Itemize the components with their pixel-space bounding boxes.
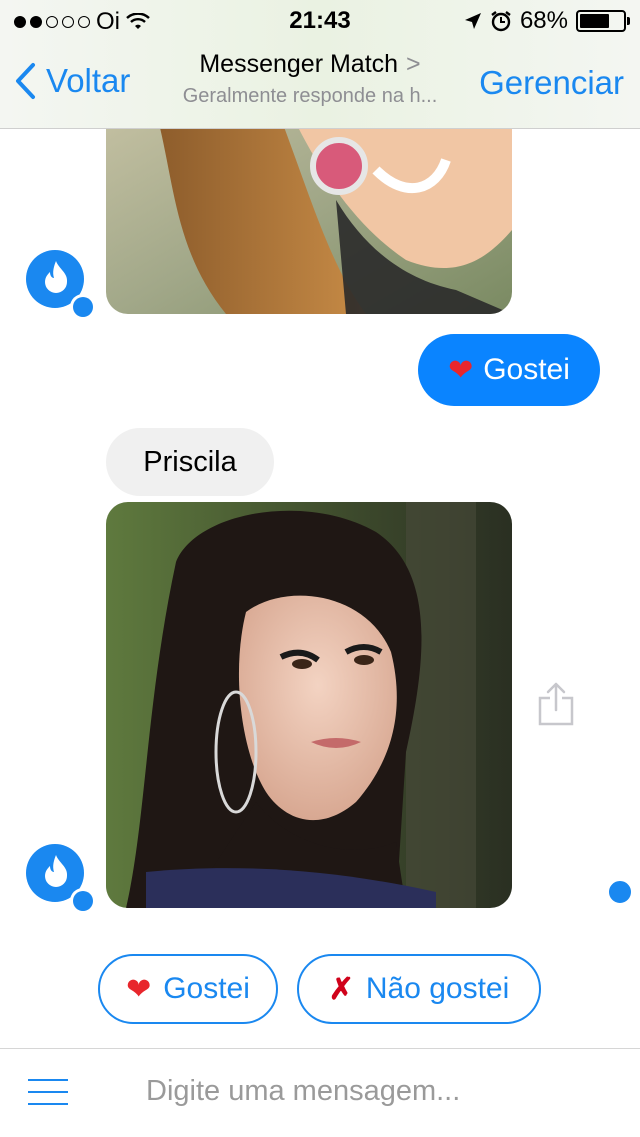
location-icon: [464, 13, 481, 29]
heart-icon: ❤: [126, 972, 152, 1006]
outgoing-message-text: Gostei: [483, 353, 570, 386]
quick-reply-dislike[interactable]: ✗ Não gostei: [297, 954, 541, 1024]
quick-reply-like[interactable]: ❤ Gostei: [98, 954, 278, 1024]
profile-name: Priscila: [143, 445, 237, 478]
quick-reply-dislike-label: Não gostei: [365, 972, 510, 1005]
battery-percent: 68%: [519, 7, 568, 34]
quick-reply-like-label: Gostei: [163, 972, 250, 1005]
page-title: Messenger Match: [199, 50, 399, 78]
flame-icon: [45, 261, 68, 293]
message-composer: Digite uma mensagem...: [0, 1048, 640, 1137]
back-button[interactable]: Voltar: [14, 62, 130, 100]
flame-icon: [45, 855, 68, 887]
messenger-badge-icon: [70, 888, 96, 914]
bot-avatar[interactable]: [26, 844, 96, 914]
battery-icon: [576, 10, 630, 32]
chevron-right-icon: >: [406, 50, 421, 78]
menu-icon[interactable]: [28, 1079, 68, 1115]
outgoing-message-bubble[interactable]: ❤ Gostei: [418, 334, 600, 406]
navigation-bar: Oi 21:43 68% Voltar Messenger Match > Ger…: [0, 0, 640, 129]
incoming-message-bubble[interactable]: Priscila: [106, 428, 274, 496]
heart-icon: ❤: [448, 353, 474, 387]
message-input[interactable]: Digite uma mensagem...: [146, 1075, 460, 1108]
messenger-badge-icon: [70, 294, 96, 320]
alarm-icon: [491, 11, 511, 32]
manage-button[interactable]: Gerenciar: [479, 64, 624, 102]
bot-avatar[interactable]: [26, 250, 96, 320]
profile-photo-large-image: [106, 502, 512, 908]
back-label: Voltar: [46, 62, 131, 99]
seen-indicator-icon: [607, 879, 633, 905]
share-icon[interactable]: [536, 682, 576, 726]
profile-photo-large[interactable]: [106, 502, 512, 908]
conversation-header[interactable]: Messenger Match > Geralmente responde na …: [150, 50, 470, 108]
chevron-left-icon: [16, 63, 35, 99]
response-time-subtitle: Geralmente responde na h...: [182, 85, 438, 107]
status-bar: Oi 21:43 68%: [0, 0, 640, 40]
x-icon: ✗: [328, 972, 354, 1006]
